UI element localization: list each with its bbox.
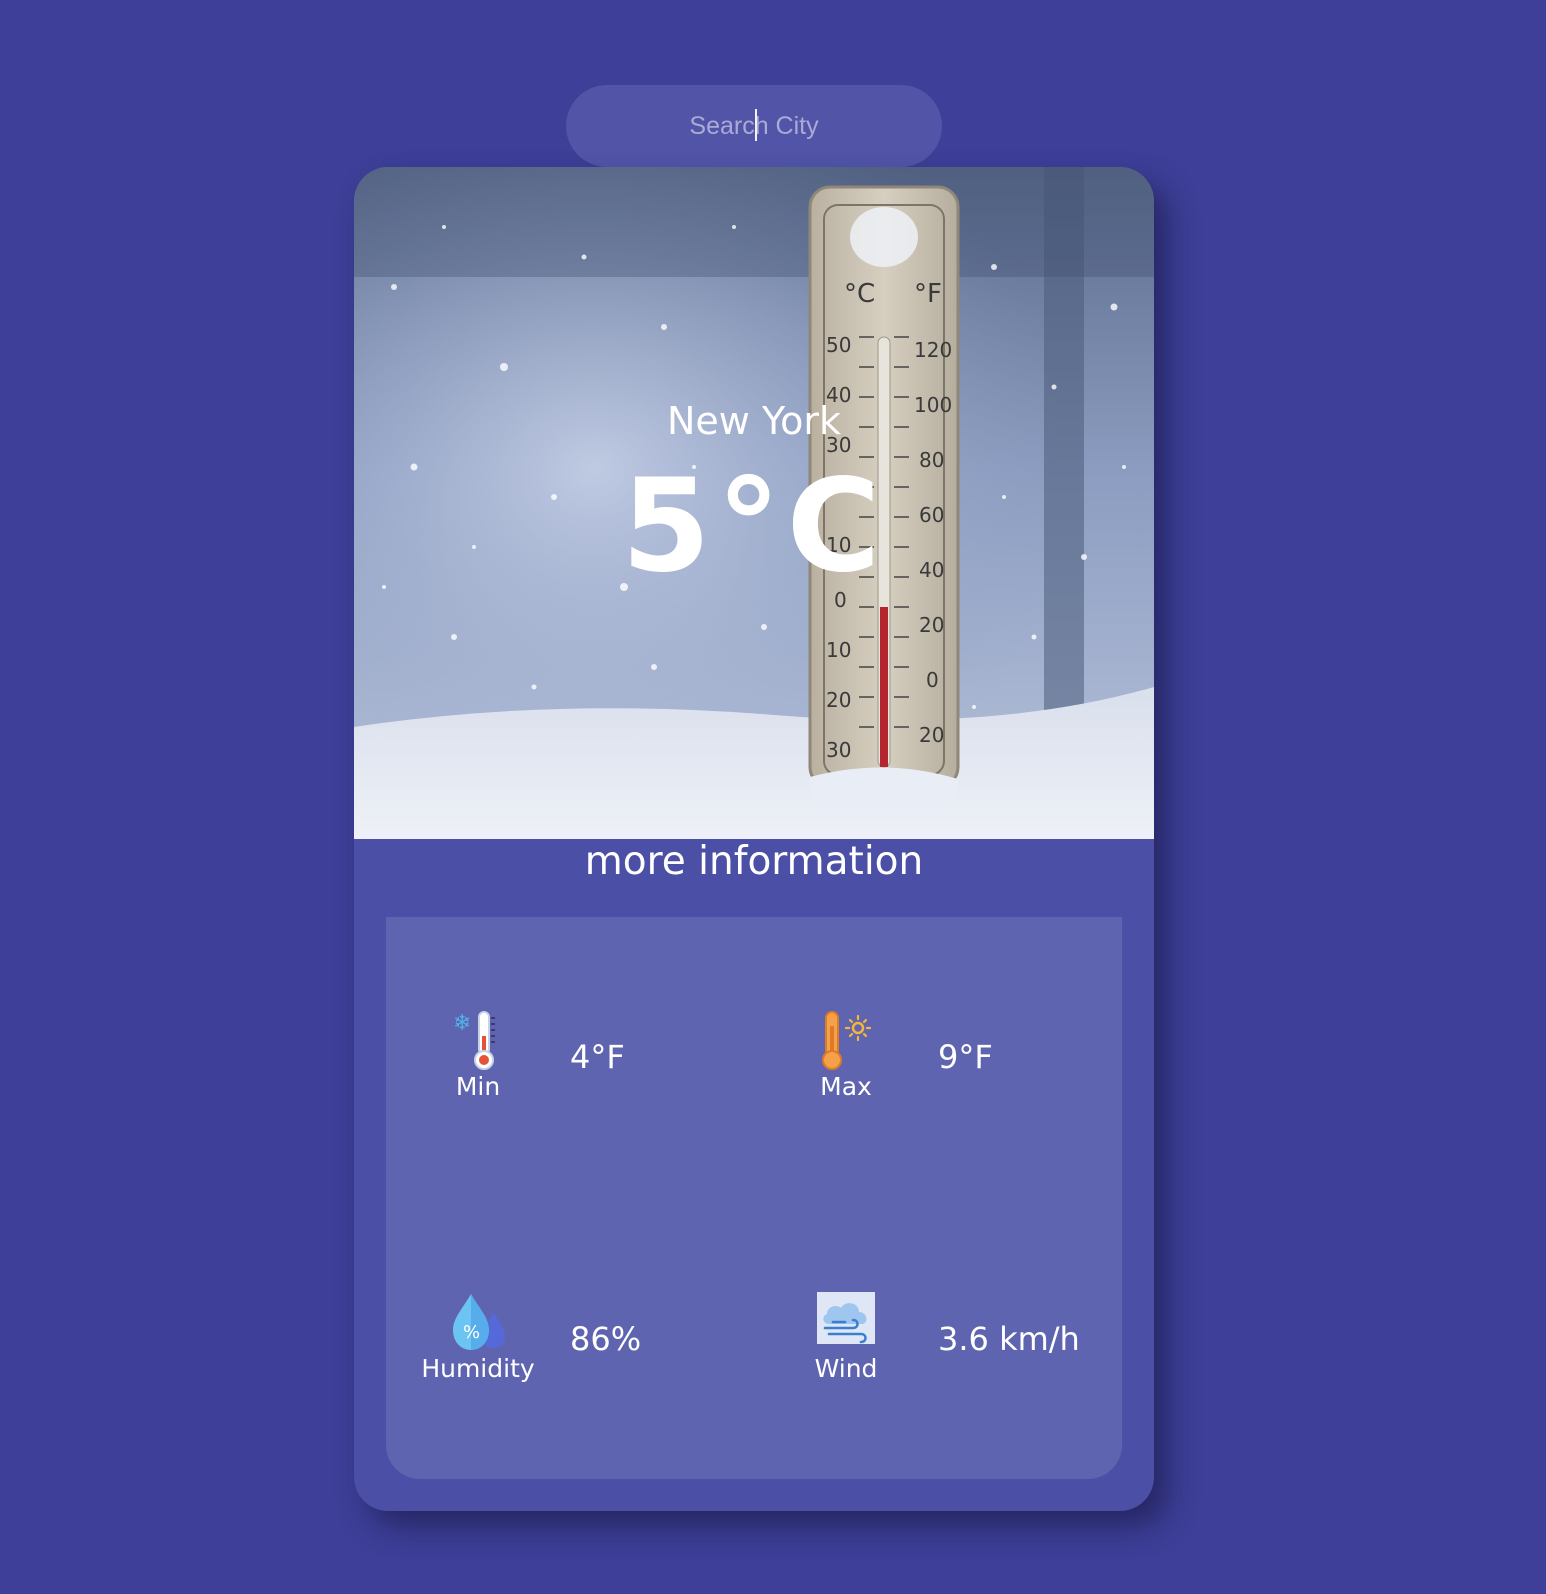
min-value: 4°F (570, 1038, 625, 1076)
hot-thermometer-icon (754, 1010, 938, 1070)
humidity-value: 86% (570, 1320, 642, 1358)
more-information-heading: more information (584, 839, 924, 884)
text-caret (755, 109, 757, 141)
svg-text:10: 10 (826, 638, 851, 662)
weather-background-image: °C °F 50 40 30 10 0 10 20 30 120 100 80 … (354, 167, 1154, 839)
current-temperature: 5°C (621, 452, 887, 601)
svg-text:%: % (463, 1322, 480, 1343)
wind-label: Wind (814, 1354, 878, 1383)
city-name: New York (666, 399, 841, 443)
weather-card: °C °F 50 40 30 10 0 10 20 30 120 100 80 … (354, 167, 1154, 1511)
humidity-label: Humidity (421, 1354, 535, 1383)
wind-stat: Wind 3.6 km/h (754, 1292, 1094, 1412)
humidity-drop-icon: % (386, 1292, 570, 1352)
max-value: 9°F (938, 1038, 993, 1076)
humidity-stat: % Humidity 86% (386, 1292, 726, 1412)
svg-text:20: 20 (919, 613, 944, 637)
wind-cloud-icon (754, 1292, 938, 1352)
svg-text:50: 50 (826, 333, 851, 357)
svg-text:°F: °F (914, 279, 942, 309)
min-label: Min (455, 1072, 501, 1101)
max-label: Max (820, 1072, 872, 1101)
svg-text:°C: °C (844, 279, 875, 309)
svg-text:120: 120 (914, 338, 952, 362)
svg-text:20: 20 (919, 723, 944, 747)
search-city-input[interactable] (566, 85, 942, 167)
cold-thermometer-icon: ❄ (386, 1010, 570, 1070)
details-panel: ❄ Min 4°F Max 9°F % Humidity 86% Wind 3.… (386, 917, 1122, 1479)
min-temperature-stat: ❄ Min 4°F (386, 1010, 726, 1130)
weather-app: °C °F 50 40 30 10 0 10 20 30 120 100 80 … (0, 0, 1546, 1594)
svg-text:20: 20 (826, 688, 851, 712)
svg-text:30: 30 (826, 738, 851, 762)
wind-value: 3.6 km/h (938, 1320, 1080, 1358)
svg-text:0: 0 (926, 668, 939, 692)
svg-text:❄: ❄ (453, 1011, 471, 1036)
max-temperature-stat: Max 9°F (754, 1010, 1094, 1130)
